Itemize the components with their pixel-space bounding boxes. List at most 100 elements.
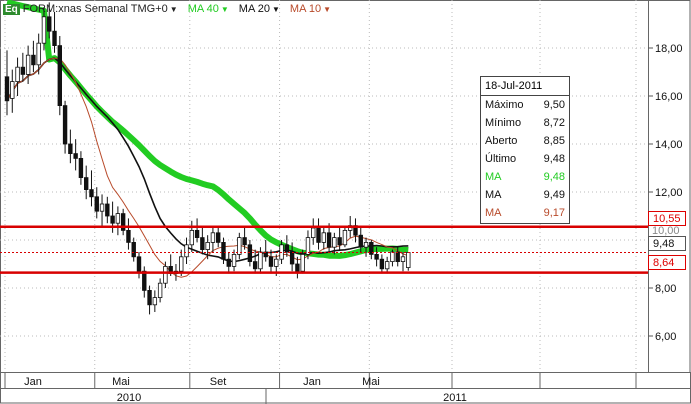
candle-body (205, 241, 210, 250)
dropdown-arrow-icon[interactable]: ▼ (323, 5, 331, 14)
tooltip-row-label: MA (485, 189, 502, 201)
candle-body (84, 177, 89, 191)
candle-body (231, 253, 237, 267)
candle-body (68, 143, 73, 155)
tooltip-row-value: 9,17 (543, 207, 565, 219)
candle-body (400, 256, 406, 262)
candle-body (163, 265, 168, 284)
y-tick-label: 16,00 (655, 91, 683, 103)
ma40-selector[interactable]: MA 40 ▼ (188, 3, 229, 15)
candle-body (221, 241, 226, 260)
candle-body (126, 229, 131, 243)
x-month-label: Jan (24, 376, 42, 388)
x-year-label: 2010 (117, 392, 141, 404)
candle-body (200, 237, 205, 251)
tooltip-date-row: 18-Jul-2011 (481, 77, 569, 96)
upper-level-tag: 10,55 (648, 211, 686, 226)
dropdown-arrow-icon[interactable]: ▼ (272, 5, 280, 14)
x-month-label: Jan (303, 376, 321, 388)
candle-body (321, 232, 326, 243)
candle-body (73, 153, 78, 159)
ma10-selector[interactable]: MA 10 ▼ (290, 3, 331, 15)
candle-body (147, 289, 152, 306)
candle-body (194, 229, 200, 238)
candle-body (15, 66, 20, 82)
tooltip-row: Último 9,48 (481, 150, 569, 168)
candle-body (4, 76, 10, 102)
tooltip-row-label: Mínimo (485, 117, 522, 129)
tooltip-row-value: 9,50 (543, 99, 565, 111)
candle-body (62, 105, 68, 145)
y-tick-label: 6,00 (655, 331, 676, 343)
tooltip-row-value: 9,48 (543, 171, 565, 183)
data-tooltip: 18-Jul-2011 Máximo 9,50 Mínimo 8,72 Aberto 8,… (480, 76, 570, 224)
y-tick-label: 14,00 (655, 139, 683, 151)
candle-body (25, 54, 31, 75)
tooltip-date: 18-Jul-2011 (485, 80, 543, 92)
equity-badge: Eq (3, 3, 20, 15)
candle-body (110, 215, 115, 224)
candle-body (342, 229, 348, 246)
x-month-label: Mai (112, 376, 130, 388)
tooltip-row-label: MA (485, 207, 502, 219)
candle-body (374, 253, 379, 260)
candle-body (384, 261, 390, 270)
candle-body (152, 297, 158, 306)
candle-body (210, 232, 216, 243)
tooltip-row-value: 9,49 (543, 189, 565, 201)
ma20-selector[interactable]: MA 20 ▼ (239, 3, 280, 15)
ma40-label: MA 40 (187, 3, 219, 15)
candle-body (10, 81, 15, 99)
candle-body (157, 282, 163, 299)
candle-body (237, 237, 242, 255)
tooltip-row: Mínimo 8,72 (481, 114, 569, 132)
candle-body (99, 203, 105, 212)
candle-body (316, 227, 321, 243)
x-month-label: Set (210, 376, 227, 388)
candle-body (215, 232, 221, 243)
candle-body (36, 42, 41, 66)
dropdown-arrow-icon[interactable]: ▼ (170, 5, 178, 14)
dropdown-arrow-icon[interactable]: ▼ (221, 5, 229, 14)
candle-body (332, 237, 337, 248)
last-price-tag: 9,48 (648, 236, 686, 251)
ma10-label: MA 10 (289, 3, 322, 15)
candle-body (94, 196, 99, 212)
candle-body (289, 251, 295, 265)
candle-body (47, 16, 52, 32)
candle-body (52, 30, 57, 47)
tooltip-row-value: 8,72 (543, 117, 565, 129)
y-tick-label: 12,00 (655, 187, 683, 199)
x-axis-panel (0, 372, 691, 404)
tooltip-row: MA 9,48 (481, 168, 569, 186)
y-tick-label: 8,00 (655, 283, 676, 295)
tooltip-row-value: 9,48 (543, 153, 565, 165)
candle-body (142, 270, 147, 291)
candle-body (363, 241, 369, 248)
candle-body (131, 241, 136, 258)
candle-body (406, 252, 411, 268)
tooltip-row-label: Aberto (485, 135, 518, 147)
tooltip-row-label: MA (485, 171, 502, 183)
symbol-selector[interactable]: FORM:xnas Semanal TMG+0 ▼ (23, 3, 178, 15)
tooltip-row: MA 9,17 (481, 204, 569, 222)
candle-body (258, 251, 263, 270)
candle-body (305, 237, 311, 255)
candle-body (226, 258, 231, 267)
tooltip-row-label: Último (485, 153, 517, 165)
ma20-label: MA 20 (238, 3, 270, 15)
candle-body (311, 227, 316, 238)
candle-body (57, 45, 62, 106)
tooltip-row-value: 8,85 (543, 135, 565, 147)
tooltip-row-label: Máximo (485, 99, 524, 111)
candle-body (105, 203, 110, 217)
candle-body (390, 251, 395, 263)
symbol-label: FORM:xnas Semanal TMG+0 (22, 3, 168, 15)
candle-body (379, 258, 385, 270)
tooltip-row: MA 9,49 (481, 186, 569, 204)
x-year-label: 2011 (443, 392, 467, 404)
candle-body (284, 244, 290, 253)
price-chart[interactable]: 6,008,0010,0012,0014,0016,0018,00JanMaiS… (0, 0, 691, 404)
candle-body (295, 263, 300, 272)
candle-body (89, 189, 94, 198)
